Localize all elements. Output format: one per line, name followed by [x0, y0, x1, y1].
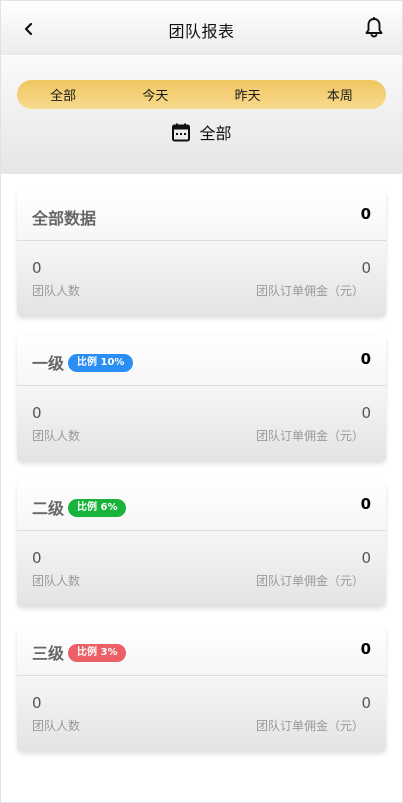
card-title-text: 二级 — [32, 499, 65, 518]
tab-today[interactable]: 今天 — [109, 80, 201, 109]
commission-label: 团队订单佣金（元） — [255, 574, 364, 588]
card-title: 三级 比例 3% — [32, 640, 127, 664]
card-title-text: 三级 — [32, 644, 65, 663]
card-title-text: 一级 — [32, 354, 65, 373]
date-filter-panel: 全部 今天 昨天 本周 全部 — [1, 56, 402, 174]
card-total-value: 0 — [360, 640, 371, 658]
card-title: 一级 比例 10% — [32, 350, 134, 374]
commission-value: 0 — [361, 404, 371, 422]
selected-range-label: 全部 — [199, 124, 232, 143]
summary-card-level-3: 三级 比例 3% 0 0 团队人数 0 团队订单佣金（元） — [17, 626, 386, 752]
ratio-badge: 比例 6% — [68, 498, 127, 517]
app-screen: 团队报表 全部 今天 昨天 本周 全部 全部数据 0 0 团队人数 0 团队订单… — [0, 0, 403, 803]
date-picker-trigger[interactable]: 全部 — [1, 120, 402, 144]
card-title-text: 全部数据 — [32, 209, 97, 228]
team-count-value: 0 — [32, 404, 42, 422]
top-nav-bar: 团队报表 — [1, 1, 402, 55]
summary-card-level-1: 一级 比例 10% 0 0 团队人数 0 团队订单佣金（元） — [17, 336, 386, 462]
card-header: 二级 比例 6% 0 — [17, 481, 386, 531]
card-header: 一级 比例 10% 0 — [17, 336, 386, 386]
commission-label: 团队订单佣金（元） — [255, 719, 364, 733]
bell-icon — [365, 17, 383, 38]
calendar-icon — [172, 123, 191, 142]
team-count-label: 团队人数 — [32, 429, 81, 443]
commission-value: 0 — [361, 549, 371, 567]
team-count-value: 0 — [32, 694, 42, 712]
team-count-label: 团队人数 — [32, 574, 81, 588]
card-header: 全部数据 0 — [17, 191, 386, 241]
commission-label: 团队订单佣金（元） — [255, 429, 364, 443]
tab-this-week[interactable]: 本周 — [294, 80, 386, 109]
team-count-label: 团队人数 — [32, 719, 81, 733]
card-title: 二级 比例 6% — [32, 495, 127, 519]
commission-value: 0 — [361, 694, 371, 712]
ratio-badge: 比例 10% — [68, 353, 134, 372]
summary-card-level-2: 二级 比例 6% 0 0 团队人数 0 团队订单佣金（元） — [17, 481, 386, 607]
summary-card-all: 全部数据 0 0 团队人数 0 团队订单佣金（元） — [17, 191, 386, 317]
tab-yesterday[interactable]: 昨天 — [202, 80, 294, 109]
notifications-button[interactable] — [362, 16, 386, 40]
card-total-value: 0 — [360, 350, 371, 368]
team-count-value: 0 — [32, 549, 42, 567]
card-header: 三级 比例 3% 0 — [17, 626, 386, 676]
team-count-value: 0 — [32, 259, 42, 277]
card-total-value: 0 — [360, 205, 371, 223]
ratio-badge: 比例 3% — [68, 643, 127, 662]
card-title: 全部数据 — [32, 205, 96, 229]
team-count-label: 团队人数 — [32, 284, 81, 298]
tab-all[interactable]: 全部 — [17, 80, 109, 109]
page-title: 团队报表 — [168, 22, 235, 41]
card-total-value: 0 — [360, 495, 371, 513]
commission-label: 团队订单佣金（元） — [255, 284, 364, 298]
commission-value: 0 — [361, 259, 371, 277]
date-range-tabs: 全部 今天 昨天 本周 — [17, 80, 386, 109]
